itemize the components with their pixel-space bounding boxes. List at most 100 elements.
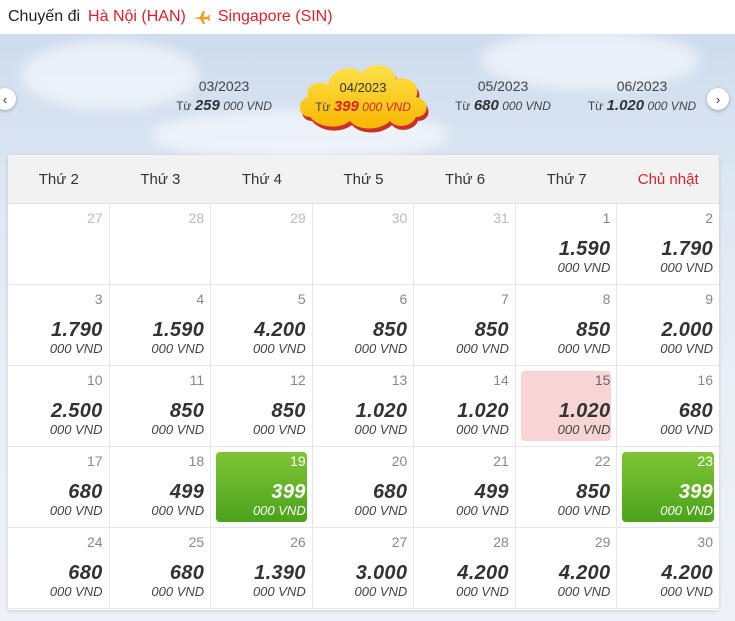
day-price-unit: 000 VND <box>151 341 205 356</box>
destination-city[interactable]: Singapore (SIN) <box>218 8 333 26</box>
month-min-price: Từ 1.020 000 VND <box>582 97 702 114</box>
day-price: 1.020 <box>558 400 611 422</box>
day-price-unit: 000 VND <box>557 341 611 356</box>
day-price: 3.000 <box>355 562 408 584</box>
day-number: 9 <box>705 291 713 307</box>
day-number: 18 <box>188 453 205 469</box>
calendar-day[interactable]: 4 1.590 000 VND <box>109 285 212 366</box>
calendar-day: 29 <box>211 204 313 285</box>
day-price-unit: 000 VND <box>252 503 306 518</box>
month-option-0[interactable]: 03/2023 Từ 259 000 VND <box>164 78 284 114</box>
day-price-unit: 000 VND <box>660 422 713 437</box>
day-price-unit: 000 VND <box>660 260 713 275</box>
calendar-day[interactable]: 3 1.790 000 VND <box>8 285 110 366</box>
day-number: 17 <box>86 453 103 469</box>
trip-label: Chuyến đi <box>8 8 81 25</box>
weekday-0: Thứ 2 <box>38 170 79 188</box>
day-price-unit: 000 VND <box>557 260 611 275</box>
day-price-unit: 000 VND <box>49 584 103 599</box>
month-name: 06/2023 <box>616 78 668 94</box>
day-price: 850 <box>169 400 205 422</box>
calendar-day[interactable]: 6 850 000 VND <box>312 285 415 366</box>
calendar-day[interactable]: 12 850 000 VND <box>211 366 313 447</box>
calendar-day[interactable]: 18 499 000 VND <box>109 447 212 528</box>
calendar-day[interactable]: 19 399 000 VND <box>211 447 313 528</box>
prev-month-button[interactable]: ‹ <box>0 88 16 110</box>
calendar-day[interactable]: 25 680 000 VND <box>109 528 212 609</box>
calendar-day[interactable]: 26 1.390 000 VND <box>211 528 313 609</box>
price-unit: 000 VND <box>362 100 411 114</box>
month-option-2[interactable]: 05/2023 Từ 680 000 VND <box>443 78 563 114</box>
calendar-day[interactable]: 20 680 000 VND <box>312 447 415 528</box>
day-number: 4 <box>196 291 205 307</box>
month-option-3[interactable]: 06/2023 Từ 1.020 000 VND <box>582 78 702 114</box>
calendar-day: 28 <box>109 204 212 285</box>
calendar-day[interactable]: 13 1.020 000 VND <box>312 366 415 447</box>
day-price-unit: 000 VND <box>49 422 103 437</box>
calendar-day[interactable]: 17 680 000 VND <box>8 447 110 528</box>
calendar-day[interactable]: 5 4.200 000 VND <box>211 285 313 366</box>
month-min-price: Từ 680 000 VND <box>443 97 563 114</box>
price-prefix: Từ <box>315 100 331 114</box>
price-value: 1.020 <box>606 97 645 114</box>
calendar-day[interactable]: 27 3.000 000 VND <box>312 528 415 609</box>
day-price: 399 <box>271 481 306 503</box>
day-price: 2.000 <box>661 319 713 341</box>
day-number: 27 <box>391 534 408 550</box>
calendar-day[interactable]: 7 850 000 VND <box>414 285 516 366</box>
calendar-day[interactable]: 30 4.200 000 VND <box>617 528 719 609</box>
calendar-day[interactable]: 28 4.200 000 VND <box>414 528 516 609</box>
day-price-unit: 000 VND <box>557 503 611 518</box>
weekday-2: Thứ 4 <box>241 170 282 188</box>
price-value: 259 <box>194 97 220 114</box>
origin-city[interactable]: Hà Nội (HAN) <box>88 8 186 26</box>
chevron-right-icon: › <box>715 91 721 107</box>
calendar-day[interactable]: 16 680 000 VND <box>617 366 719 447</box>
day-number: 21 <box>493 453 509 469</box>
month-option-1[interactable]: 04/2023 Từ 399 000 VND <box>303 80 423 115</box>
day-price: 1.020 <box>457 400 509 422</box>
calendar-day[interactable]: 1 1.590 000 VND <box>515 204 618 285</box>
weekday-4: Thứ 6 <box>445 170 486 188</box>
calendar-day[interactable]: 24 680 000 VND <box>8 528 110 609</box>
day-price-unit: 000 VND <box>151 503 205 518</box>
day-price-unit: 000 VND <box>151 422 205 437</box>
calendar-day[interactable]: 29 4.200 000 VND <box>515 528 618 609</box>
month-min-price: Từ 259 000 VND <box>164 97 284 114</box>
calendar-day[interactable]: 22 850 000 VND <box>515 447 618 528</box>
day-number: 10 <box>86 372 103 388</box>
day-number: 27 <box>86 210 103 226</box>
day-number: 30 <box>391 210 408 226</box>
day-number: 24 <box>86 534 103 550</box>
calendar-day[interactable]: 15 1.020 000 VND <box>515 366 618 447</box>
day-number: 22 <box>594 453 611 469</box>
day-price-unit: 000 VND <box>252 341 306 356</box>
calendar-day[interactable]: 10 2.500 000 VND <box>8 366 110 447</box>
day-price: 1.790 <box>51 319 103 341</box>
calendar-day[interactable]: 2 1.790 000 VND <box>617 204 719 285</box>
price-prefix: Từ <box>587 99 604 113</box>
calendar-day[interactable]: 11 850 000 VND <box>109 366 212 447</box>
day-number: 5 <box>297 291 306 307</box>
weekday-6: Chủ nhật <box>637 170 699 188</box>
day-price: 2.500 <box>51 400 103 422</box>
next-month-button[interactable]: › <box>707 88 729 110</box>
day-price-unit: 000 VND <box>354 503 408 518</box>
calendar-day[interactable]: 21 499 000 VND <box>414 447 516 528</box>
day-price-unit: 000 VND <box>557 422 611 437</box>
route-header: Chuyến đi Hà Nội (HAN) Singapore (SIN) <box>0 0 735 34</box>
day-price: 1.590 <box>558 238 611 260</box>
calendar-day[interactable]: 9 2.000 000 VND <box>617 285 719 366</box>
calendar-day[interactable]: 23 399 000 VND <box>617 447 719 528</box>
day-number: 6 <box>399 291 408 307</box>
airplane-icon <box>194 9 210 25</box>
calendar-day[interactable]: 14 1.020 000 VND <box>414 366 516 447</box>
day-number: 15 <box>594 372 611 388</box>
day-price: 1.790 <box>661 238 713 260</box>
day-price: 680 <box>169 562 205 584</box>
day-price-unit: 000 VND <box>354 584 408 599</box>
day-price-unit: 000 VND <box>354 422 408 437</box>
day-price: 1.020 <box>355 400 408 422</box>
calendar-day[interactable]: 8 850 000 VND <box>515 285 618 366</box>
day-price: 4.200 <box>661 562 713 584</box>
